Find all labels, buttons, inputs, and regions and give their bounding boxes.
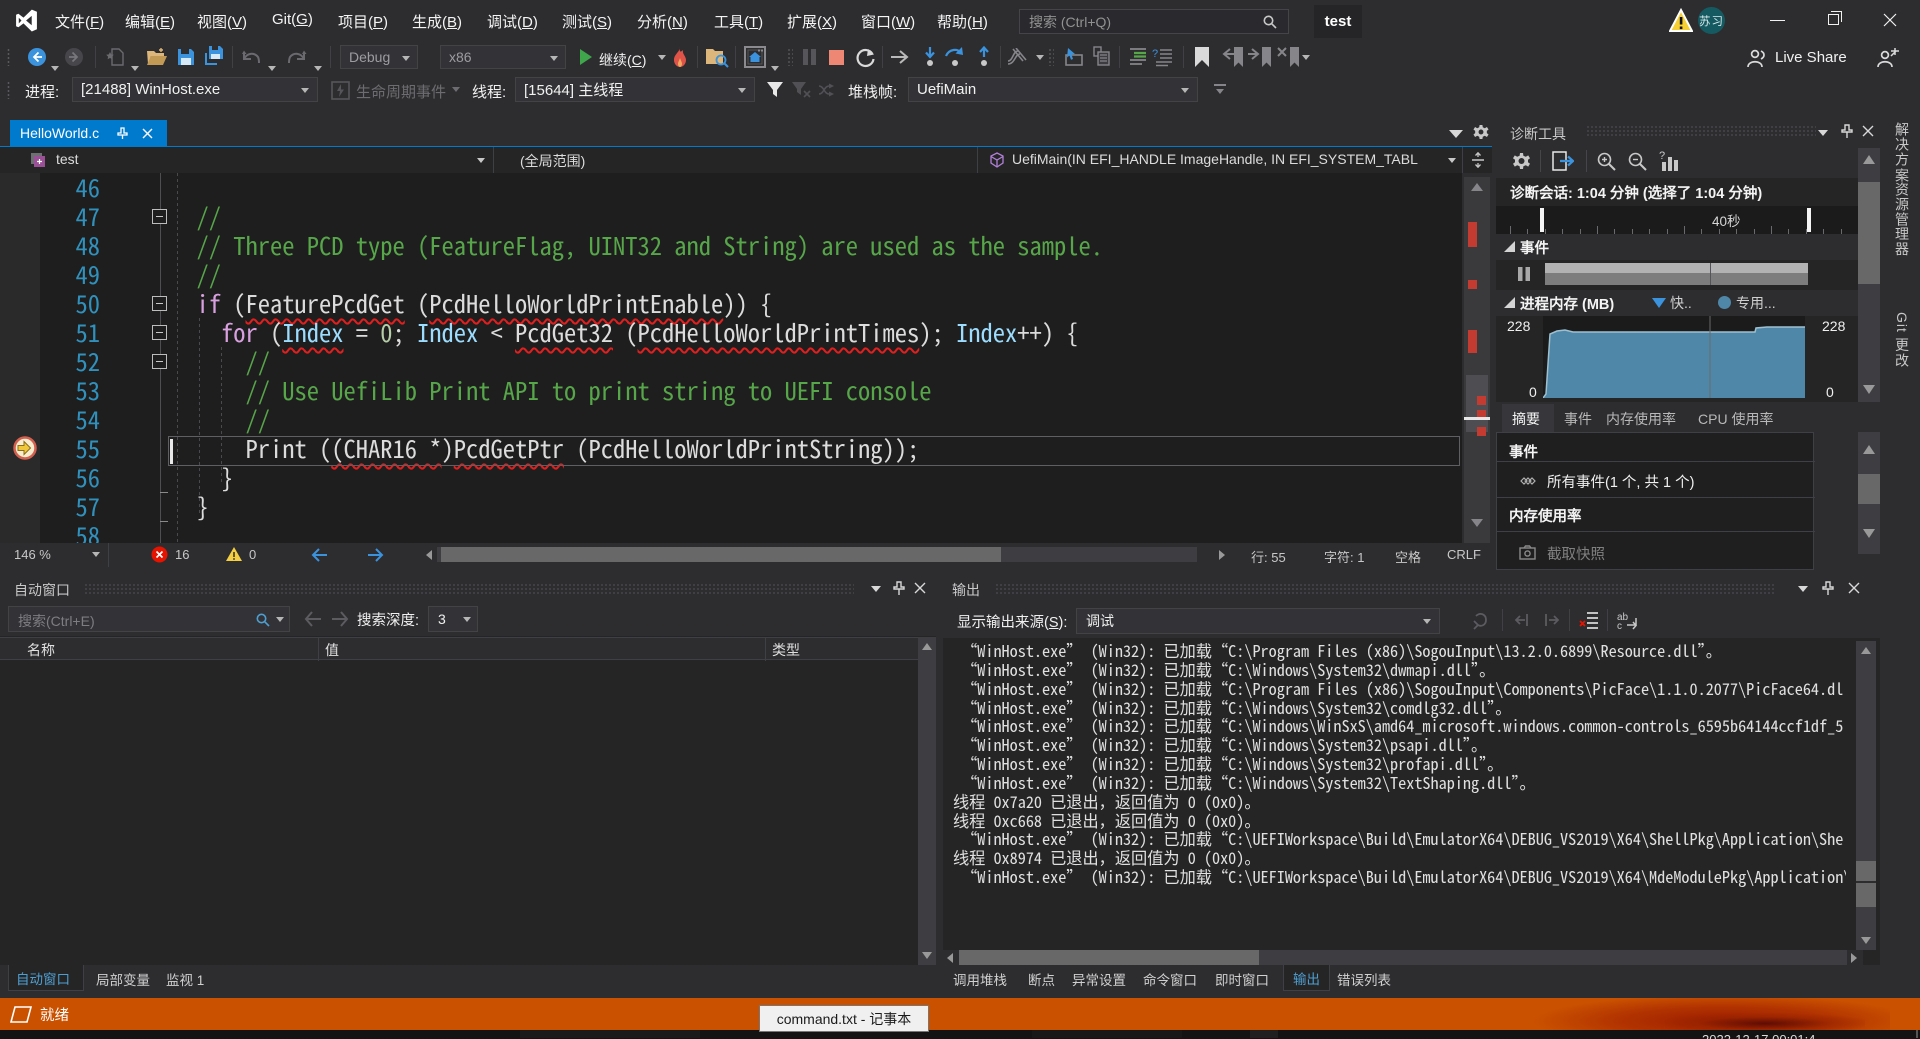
svg-text:?: ? <box>1152 48 1158 60</box>
svg-text:?: ? <box>1659 150 1665 162</box>
svg-text:c: c <box>1617 621 1622 630</box>
